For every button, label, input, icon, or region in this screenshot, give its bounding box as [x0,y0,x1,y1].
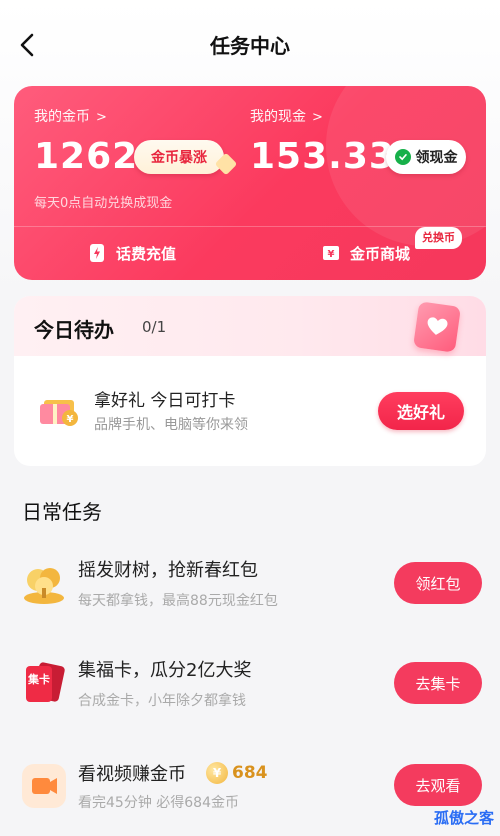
todo-title: 今日待办 [34,318,114,342]
todo-progress: 0/1 [142,318,167,336]
coin-mall-label: 金币商城 [350,244,411,263]
fortune-card-icon: 集卡 [20,660,68,708]
my-coins-label: 我的金币 [34,109,90,125]
gift-icon: ¥ [36,390,82,428]
check-icon [394,149,411,165]
my-cash-label: 我的现金 [250,109,306,125]
cash-value: 153.33 [250,136,395,177]
svg-text:¥: ¥ [67,414,74,425]
todo-header: 今日待办 0/1 [14,296,486,356]
collect-cards-button[interactable]: 去集卡 [394,662,482,704]
task-subtitle: 合成金卡，小年除夕都拿钱 [78,693,246,709]
header: 任务中心 [0,0,500,86]
task-title: 看视频赚金币 [78,764,186,785]
chevron-right-icon: > [96,110,107,125]
coin-reward-chip: ¥ 684 [206,760,268,786]
exchange-coin-badge: 兑换币 [415,227,462,249]
money-tree-icon [20,560,68,608]
auto-exchange-note: 每天0点自动兑换成现金 [34,196,173,211]
coin-reward-value: 684 [232,763,268,783]
coin-boost-button[interactable]: 金币暴涨 [134,140,224,174]
page-title: 任务中心 [210,34,290,58]
coin-mall-button[interactable]: ¥ 金币商城 [322,238,410,268]
task-subtitle: 看完45分钟 必得684金币 [78,795,239,811]
task-title: 集福卡，瓜分2亿大奖 [78,660,252,681]
coins-value: 1262 [34,136,139,177]
daily-tasks-title: 日常任务 [22,500,102,524]
store-icon: ¥ [322,243,340,263]
get-red-packet-button[interactable]: 领红包 [394,562,482,604]
phone-recharge-label: 话费充值 [116,244,177,263]
video-icon [20,762,68,810]
watch-video-button[interactable]: 去观看 [394,764,482,806]
coin-boost-label: 金币暴涨 [151,150,207,166]
calendar-heart-icon [413,301,461,353]
my-coins-link[interactable]: 我的金币 > [34,106,107,126]
get-cash-button[interactable]: 领现金 [386,140,466,174]
wallet-card: 我的金币 > 1262 金币暴涨 我的现金 > 153.33 领现金 每天0点自动兑… [14,86,486,280]
coin-icon: ¥ [206,762,228,784]
my-cash-link[interactable]: 我的现金 > [250,106,323,126]
fortune-card-text: 集卡 [27,672,50,686]
lightning-icon [88,243,106,263]
chevron-right-icon: > [312,110,323,125]
todo-item-title: 拿好礼 今日可打卡 [94,391,236,411]
choose-gift-button[interactable]: 选好礼 [378,392,464,430]
watermark: 孤傲之客 [433,809,494,827]
svg-text:¥: ¥ [328,249,335,260]
todo-item-subtitle: 品牌手机、电脑等你来领 [94,417,248,433]
task-title: 摇发财树，抢新春红包 [78,560,258,581]
todo-card: 今日待办 0/1 ¥ 拿好礼 今日可打卡 品牌手机、电脑等你来领 选好礼 [14,296,486,466]
phone-recharge-button[interactable]: 话费充值 [88,238,176,268]
get-cash-label: 领现金 [415,150,458,166]
card-divider [14,226,486,227]
task-subtitle: 每天都拿钱，最高88元现金红包 [78,593,278,609]
